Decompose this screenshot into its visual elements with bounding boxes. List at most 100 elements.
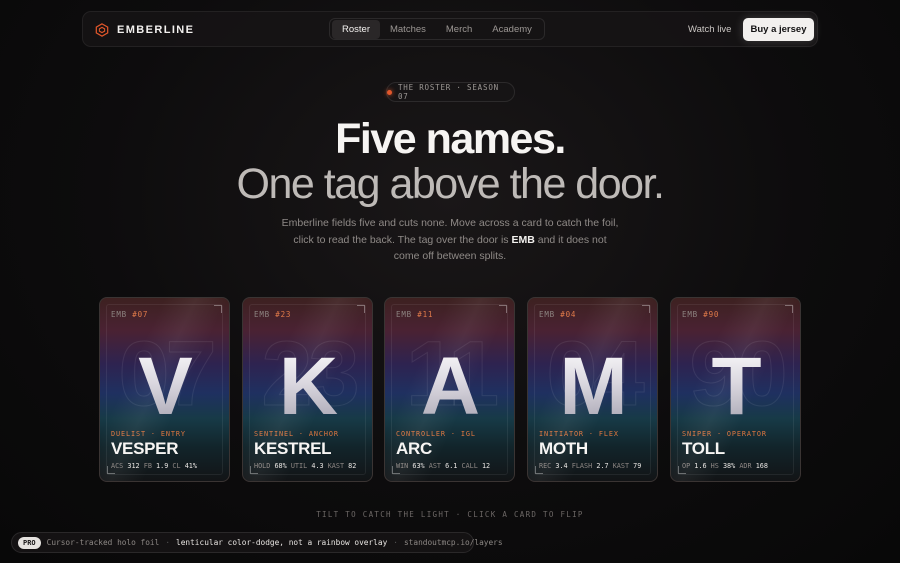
- stat-label: KAST: [612, 462, 630, 470]
- player-card-kestrel[interactable]: EMB #23 23 K SENTINEL · ANCHOR KESTREL H…: [242, 297, 373, 482]
- card-tag-prefix: EMB: [111, 310, 133, 319]
- card-role: SENTINEL · ANCHOR: [254, 430, 339, 438]
- stat-value: 38%: [722, 462, 736, 470]
- stat-label: WIN: [396, 462, 409, 470]
- player-card-arc[interactable]: EMB #11 11 A CONTROLLER · IGL ARC WIN 63…: [384, 297, 515, 482]
- corner-mark-icon: [357, 305, 365, 313]
- card-tag: EMB #11: [396, 310, 433, 319]
- card-tag: EMB #23: [254, 310, 291, 319]
- corner-mark-icon: [107, 466, 115, 474]
- card-tag: EMB #90: [682, 310, 719, 319]
- stat-label: ACS: [111, 462, 124, 470]
- hexagon-logo-icon: [95, 23, 109, 37]
- player-card-moth[interactable]: EMB #04 04 M INITIATOR · FLEX MOTH REC 3…: [527, 297, 658, 482]
- card-initial: A: [385, 342, 514, 432]
- card-player-name: MOTH: [539, 439, 588, 458]
- stat-label: CALL: [461, 462, 478, 470]
- card-number: #23: [275, 310, 292, 319]
- player-card-vesper[interactable]: EMB #07 07 V DUELIST · ENTRY VESPER ACS …: [99, 297, 230, 482]
- card-ghost-number: 04: [546, 323, 645, 425]
- card-frame: [106, 304, 223, 475]
- card-number: #04: [560, 310, 577, 319]
- card-tag: EMB #04: [539, 310, 576, 319]
- card-number: #90: [703, 310, 720, 319]
- badge-separator: ·: [165, 538, 171, 547]
- card-initial: K: [243, 342, 372, 432]
- watch-live-link[interactable]: Watch live: [688, 12, 731, 48]
- stat-value: 79: [633, 462, 642, 470]
- brand-name: EMBERLINE: [117, 24, 195, 36]
- hero-title-line2: One tag above the door.: [236, 160, 665, 208]
- card-initial: M: [528, 342, 657, 432]
- section-pill-label: THE ROSTER · SEASON 07: [397, 83, 499, 101]
- card-tag-prefix: EMB: [539, 310, 561, 319]
- hero-title-line1: Five names.: [335, 115, 566, 163]
- card-stats: OP 1.6 HS 38% ADR 168: [682, 462, 768, 470]
- corner-mark-icon: [642, 305, 650, 313]
- stat-label: HOLD: [254, 462, 271, 470]
- badge-separator: ·: [393, 538, 398, 547]
- player-card-toll[interactable]: EMB #90 90 T SNIPER · OPERATOR TOLL OP 1…: [670, 297, 801, 482]
- card-player-name: TOLL: [682, 439, 725, 458]
- nav-link-academy[interactable]: Academy: [482, 20, 542, 39]
- footer-badge[interactable]: PRO Cursor-tracked holo foil · lenticula…: [11, 532, 503, 553]
- roster-cards: EMB #07 07 V DUELIST · ENTRY VESPER ACS …: [99, 297, 801, 482]
- stat-value: 63%: [412, 462, 425, 470]
- stat-value: 82: [348, 462, 357, 470]
- badge-text-2: lenticular color-dodge, not a rainbow ov…: [176, 538, 388, 547]
- nav-link-merch[interactable]: Merch: [436, 20, 482, 39]
- nav-link-roster[interactable]: Roster: [332, 19, 380, 39]
- stat-label: HS: [710, 462, 719, 470]
- stat-value: 12: [481, 462, 491, 470]
- card-tag: EMB #07: [111, 310, 148, 319]
- card-stats: REC 3.4 FLASH 2.7 KAST 79: [539, 462, 641, 470]
- badge-link[interactable]: standoutmcp.io/layers: [404, 538, 503, 547]
- card-player-name: ARC: [396, 439, 432, 458]
- stat-label: FB: [143, 462, 152, 470]
- corner-mark-icon: [535, 466, 543, 474]
- stat-value: 3.4: [555, 462, 568, 470]
- brand-logo[interactable]: EMBERLINE: [95, 12, 194, 48]
- buy-jersey-button[interactable]: Buy a jersey: [743, 18, 814, 41]
- card-initial: T: [671, 342, 800, 432]
- stat-value: 168: [755, 462, 768, 470]
- hero-description: Emberline fields five and cuts none. Mov…: [280, 215, 620, 265]
- stat-value: 312: [127, 462, 140, 470]
- stat-label: REC: [539, 462, 552, 470]
- card-frame: [249, 304, 366, 475]
- stat-label: UTIL: [290, 462, 308, 470]
- stat-label: ADR: [739, 462, 752, 470]
- card-player-name: KESTREL: [254, 439, 332, 458]
- card-stats: HOLD 68% UTIL 4.3 KAST 82: [254, 462, 356, 470]
- stat-label: CL: [172, 462, 181, 470]
- nav-link-matches[interactable]: Matches: [380, 20, 436, 39]
- card-ghost-number: 07: [118, 323, 217, 425]
- card-frame: [534, 304, 651, 475]
- card-role: SNIPER · OPERATOR: [682, 430, 767, 438]
- lede-bold-tag: EMB: [511, 233, 535, 246]
- top-nav: EMBERLINE Roster Matches Merch Academy W…: [82, 11, 818, 47]
- stat-value: 68%: [274, 462, 287, 470]
- stat-value: 41%: [184, 462, 197, 470]
- corner-mark-icon: [392, 466, 400, 474]
- section-pill: THE ROSTER · SEASON 07: [386, 82, 515, 102]
- status-dot-icon: [387, 89, 392, 95]
- stat-label: FLASH: [571, 462, 593, 470]
- card-number: #11: [417, 310, 434, 319]
- stat-label: OP: [682, 462, 691, 470]
- card-ghost-number: 11: [405, 323, 499, 425]
- pro-badge: PRO: [18, 536, 41, 549]
- corner-mark-icon: [785, 305, 793, 313]
- card-role: CONTROLLER · IGL: [396, 430, 476, 438]
- nav-links: Roster Matches Merch Academy: [329, 18, 545, 40]
- card-player-name: VESPER: [111, 439, 179, 458]
- card-tag-prefix: EMB: [396, 310, 418, 319]
- interaction-hint: TILT TO CATCH THE LIGHT · CLICK A CARD T…: [316, 510, 584, 519]
- card-ghost-number: 23: [261, 323, 360, 425]
- stat-label: AST: [428, 462, 442, 470]
- badge-text-1: Cursor-tracked holo foil: [46, 538, 160, 547]
- stat-value: 2.7: [596, 462, 609, 470]
- corner-mark-icon: [214, 305, 222, 313]
- card-frame: [677, 304, 794, 475]
- card-initial: V: [100, 342, 229, 432]
